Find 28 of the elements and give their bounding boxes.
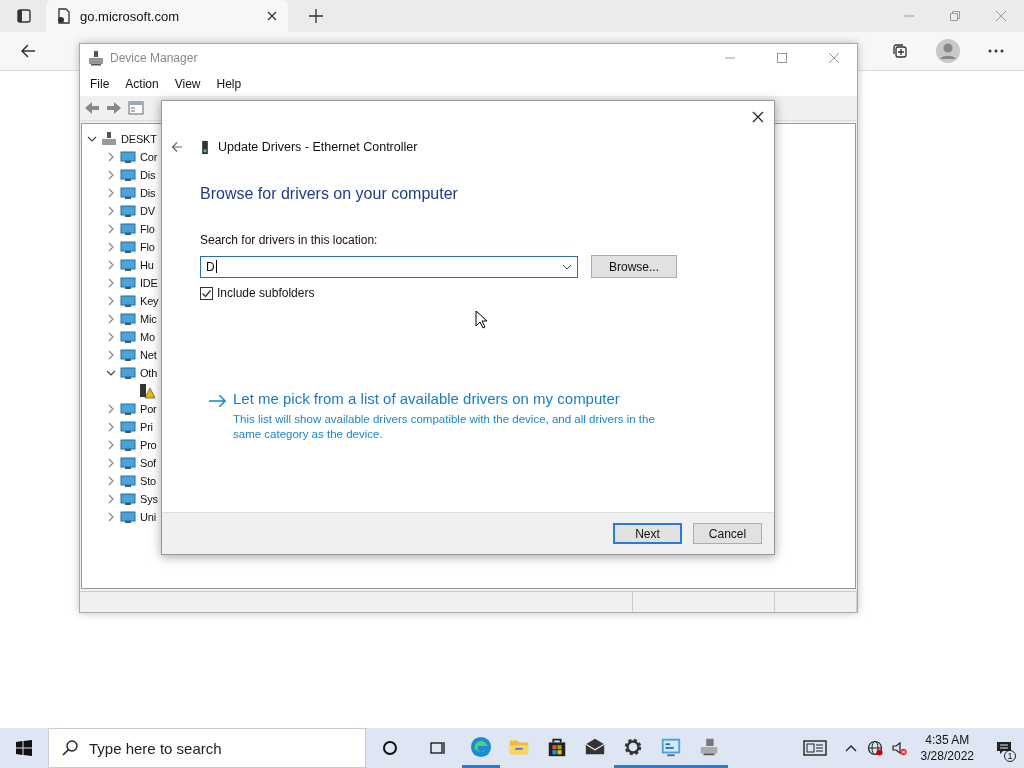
tree-label: Pro — [140, 439, 157, 451]
tree-label: DESKT — [121, 133, 157, 145]
tree-label: Net — [140, 349, 157, 361]
tree-label: Oth — [140, 367, 158, 379]
tree-label: Flo — [140, 241, 155, 253]
tree-label: Sys — [140, 493, 158, 505]
tree-label: Flo — [140, 223, 155, 235]
tree-label: Sof — [140, 457, 156, 469]
tree-label: Key — [140, 295, 159, 307]
tree-label: Uni — [140, 511, 156, 523]
link-description: This list will show available drivers compatible with the device, and all drivers in the same category as the device. — [233, 412, 656, 442]
tree-label: Dis — [140, 169, 156, 181]
tree-label: Mo — [140, 331, 155, 343]
location-label: Search for drivers in this location: — [200, 233, 379, 247]
tree-label: Por — [140, 403, 157, 415]
tree-label: IDE — [140, 277, 158, 289]
tree-label: Sto — [140, 475, 156, 487]
tree-label: Pri — [140, 421, 153, 433]
tree-label: Mic — [140, 313, 157, 325]
dialog-title: Update Drivers - Ethernet Controller — [218, 140, 418, 154]
tree-label: DV — [140, 205, 155, 217]
dialog-heading: Browse for drivers on your computer — [200, 185, 459, 203]
notification-count: 1 — [1004, 750, 1016, 762]
tree-label: Cor — [140, 151, 158, 163]
tree-label: Dis — [140, 187, 156, 199]
window-title: Device Manager — [110, 51, 198, 65]
tree-label: Hu — [140, 259, 154, 271]
tab-title: go.microsoft.com — [80, 8, 180, 24]
